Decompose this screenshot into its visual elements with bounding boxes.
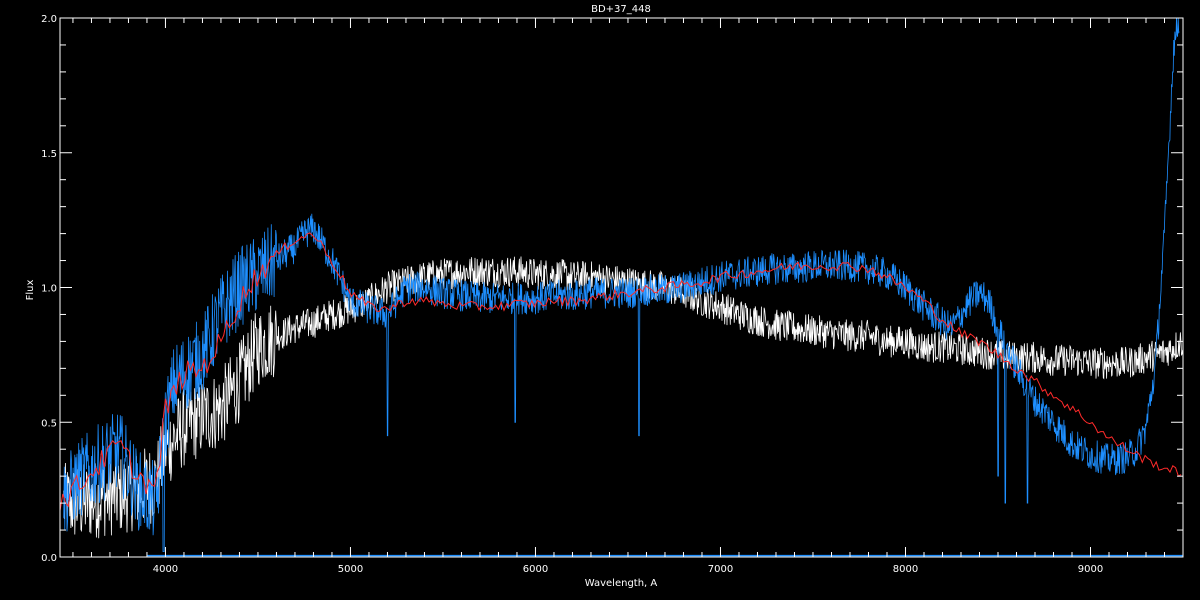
x-tick-label: 6000 [523,564,548,575]
x-axis-label: Wavelength, A [585,578,658,589]
chart-background [0,0,1200,600]
y-tick-label: 2.0 [41,14,57,25]
y-tick-label: 0.5 [41,418,57,429]
x-tick-label: 7000 [708,564,733,575]
y-tick-label: 1.5 [41,149,57,160]
spectrum-chart: BD+37_448 4000 5000 6000 7000 8000 9000 0.0 0.… [0,0,1200,600]
chart-title: BD+37_448 [591,4,651,15]
y-tick-label: 0.0 [41,553,57,564]
x-tick-label: 4000 [153,564,178,575]
x-tick-label: 5000 [338,564,363,575]
x-tick-label: 9000 [1078,564,1103,575]
y-tick-label: 1.0 [41,284,57,295]
x-tick-label: 8000 [893,564,918,575]
y-axis-label: Flux [25,280,36,301]
